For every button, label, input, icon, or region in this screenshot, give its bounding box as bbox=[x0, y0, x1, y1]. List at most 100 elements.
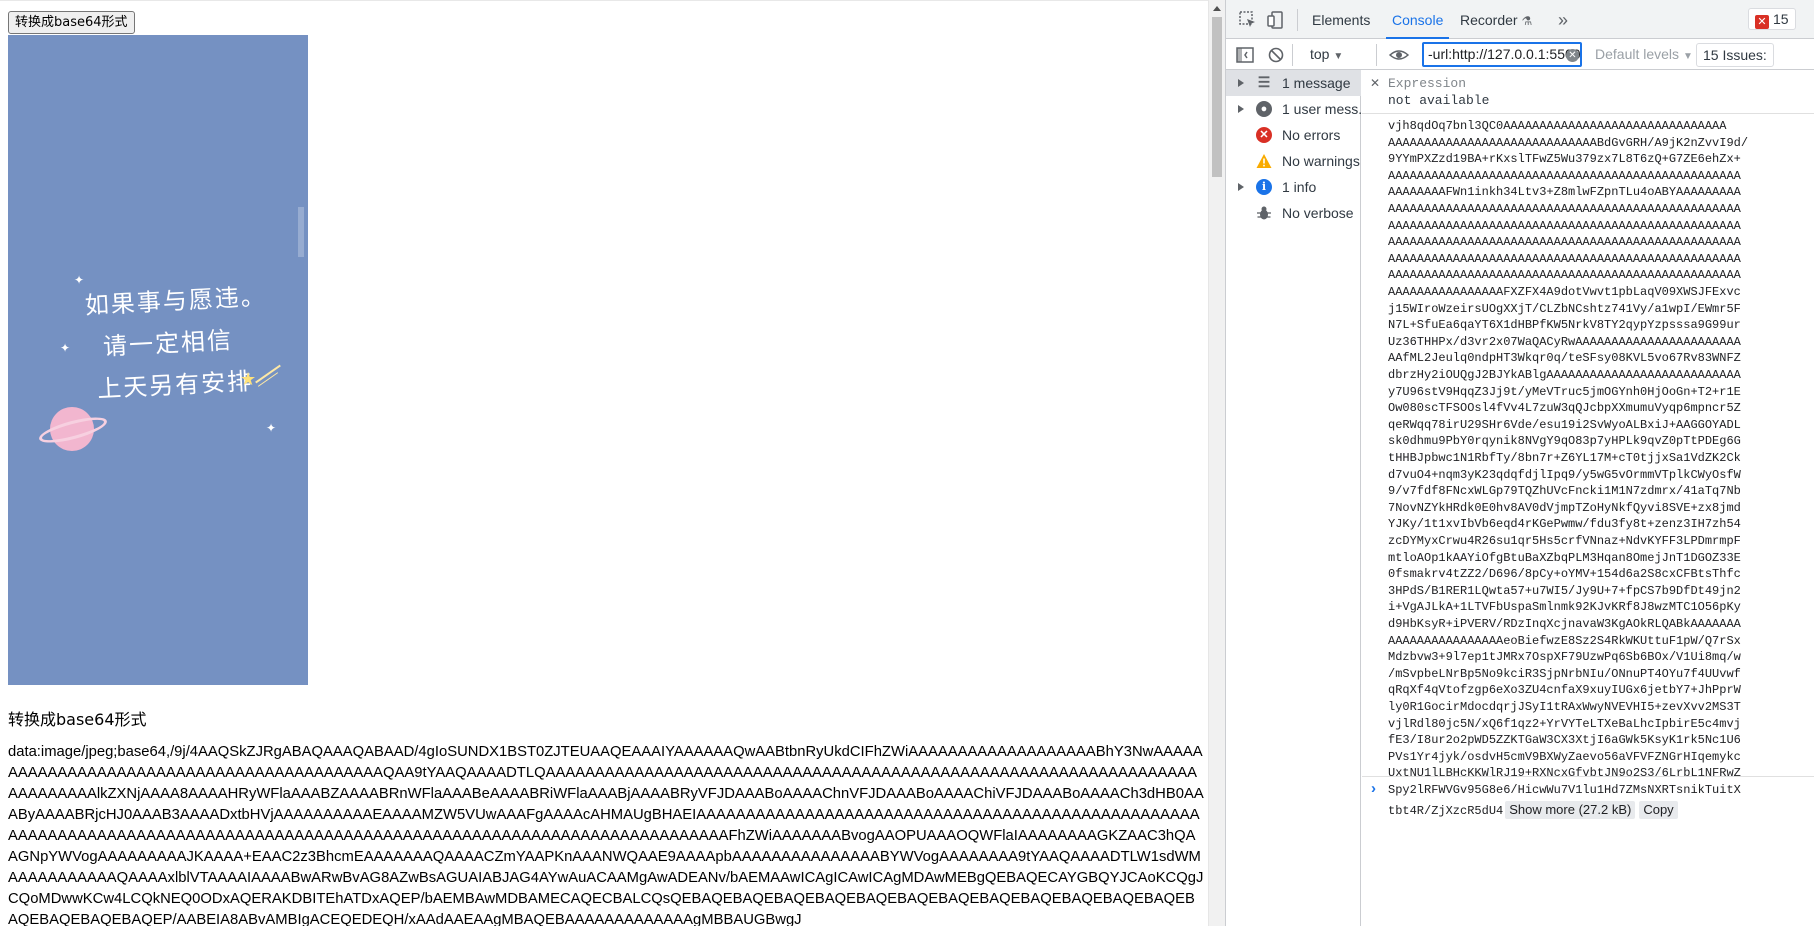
log-levels-dropdown[interactable]: Default levels ▼ bbox=[1595, 39, 1693, 70]
context-value: top bbox=[1310, 46, 1330, 62]
console-log-line: /mSvpbeLNrBp5No9kciR3SjpNrbNIu/ONnuPT4OY… bbox=[1388, 666, 1741, 681]
console-log-line: j15WIroWzeirsUOgXXjT/CLZbNCshtz741Vy/a1w… bbox=[1388, 301, 1741, 316]
error-icon: ✕ bbox=[1755, 15, 1769, 29]
sidebar-item-errors[interactable]: ✕ No errors bbox=[1226, 122, 1361, 148]
console-log-line: Mdzbvw3+9l7ep1tJMRx7OspXF79UzwPq6Sb6BOx/… bbox=[1388, 650, 1741, 665]
console-log-line: zcDYMyxCrwu4R26su1qr5Hs5crfVNnaz+NdvKYFF… bbox=[1388, 534, 1741, 548]
user-icon: ● bbox=[1256, 101, 1272, 117]
sparkle-icon: ✦ bbox=[60, 341, 71, 355]
clear-console-icon[interactable] bbox=[1266, 45, 1286, 65]
sparkle-icon: · bbox=[230, 291, 234, 305]
copy-button[interactable]: Copy bbox=[1639, 801, 1678, 819]
sidebar-item-info[interactable]: i 1 info bbox=[1226, 174, 1361, 200]
console-log-last-line: tbt4R/ZjXzcR5dU4 Show more (27.2 kB) Copy bbox=[1388, 801, 1678, 820]
console-log-line: AAAAAAAAAAAAAAAAAAAAAAAAAAAAAAAAAAAAAAAA… bbox=[1388, 251, 1741, 266]
console-log-line: y7U96stV9HqqZ3Jj9t/yMeVTruc5jmOGYnh0HjOo… bbox=[1388, 384, 1741, 399]
console-prompt[interactable]: › bbox=[1362, 776, 1814, 802]
preview-image: 如果事与愿违。 请一定相信 上天另有安排 ✦ ✦ · ✦ ★ bbox=[8, 35, 308, 685]
expression-label[interactable]: Expression bbox=[1388, 76, 1466, 91]
expand-arrow-icon[interactable] bbox=[1238, 183, 1244, 191]
console-log-line: fE3/I8ur2o2pWD5ZZKTGaW3CX3XtjI6aGWk5KsyK… bbox=[1388, 733, 1741, 748]
console-log-line: 9YYmPXZzd19BA+rKxslTFwZ5Wu379zx7L8T6zQ+G… bbox=[1388, 152, 1741, 167]
device-toolbar-icon[interactable] bbox=[1266, 10, 1286, 30]
image-quote: 如果事与愿违。 请一定相信 上天另有安排 bbox=[75, 275, 281, 411]
devtools-panel: Elements Console Recorder ⚗ » ✕ 15 top ▼ … bbox=[1225, 0, 1814, 926]
console-log-line: 9/v7fdf8FNcxWLGp79TQZhUVcFncki1M1N7zdmrx… bbox=[1388, 484, 1741, 499]
sidebar-item-label: No errors bbox=[1282, 127, 1341, 143]
console-sidebar: ☰ 1 message ● 1 user mess... ✕ No errors… bbox=[1226, 70, 1361, 926]
console-log-area: Spy2lRFWVGv95G8e6/HicwWu7V1lu1Hd7ZMsNXRT… bbox=[1362, 115, 1814, 850]
inspect-element-icon[interactable] bbox=[1238, 10, 1258, 30]
sidebar-item-label: 1 message bbox=[1282, 75, 1351, 91]
toolbar-separator bbox=[1292, 44, 1293, 66]
live-expression-eye-icon[interactable] bbox=[1388, 45, 1410, 65]
bug-icon bbox=[1256, 205, 1272, 221]
log-levels-label: Default levels bbox=[1595, 46, 1680, 62]
console-log-line: d7vuO4+nqm3yK23qdqfdjlIpq9/y5wG5vOrmmVTp… bbox=[1388, 467, 1741, 482]
issues-button[interactable]: 15 Issues: bbox=[1696, 43, 1774, 67]
sparkle-icon: ✦ bbox=[74, 273, 85, 287]
show-more-button[interactable]: Show more (27.2 kB) bbox=[1505, 801, 1636, 819]
log-text-tail: tbt4R/ZjXzcR5dU4 bbox=[1388, 804, 1504, 818]
prompt-chevron-icon: › bbox=[1371, 780, 1376, 797]
warning-icon bbox=[1256, 153, 1272, 169]
page-scrollbar[interactable] bbox=[1208, 0, 1225, 926]
more-tabs-button[interactable]: » bbox=[1552, 0, 1574, 39]
tab-elements[interactable]: Elements bbox=[1306, 0, 1376, 39]
console-log-line: N7L+SfuEa6qaYT6X1dHBPfKW5NrkV8TY2qypYzps… bbox=[1388, 318, 1741, 333]
context-selector[interactable]: top ▼ bbox=[1310, 39, 1343, 70]
toolbar-separator bbox=[1376, 44, 1377, 66]
expand-arrow-icon[interactable] bbox=[1238, 79, 1244, 87]
browser-window: 转换成base64形式 如果事与愿违。 请一定相信 上天另有安排 ✦ ✦ · ✦… bbox=[0, 0, 1814, 926]
console-log-line: ly0R1GocirMdocdqrjJSyI1tRAxWwyNVEVHI5+ze… bbox=[1388, 700, 1741, 714]
console-filter-input[interactable]: -url:http://127.0.0.1:5500 bbox=[1422, 42, 1582, 67]
close-expression-icon[interactable]: ✕ bbox=[1370, 76, 1380, 90]
shooting-star-icon: ★ bbox=[240, 369, 257, 389]
devtools-tabbar: Elements Console Recorder ⚗ » ✕ 15 bbox=[1226, 0, 1814, 39]
result-heading: 转换成base64形式 bbox=[8, 710, 147, 729]
console-log-line: AAAAAAAAFWn1inkh34Ltv3+Z8mlwFZpnTLu4oABY… bbox=[1388, 185, 1741, 200]
clear-filter-icon[interactable]: ✕ bbox=[1566, 49, 1579, 62]
console-log-line: AAAAAAAAAAAAAAAAAAAAAAAAAAAAAAAAAAAAAAAA… bbox=[1388, 202, 1741, 216]
sidebar-item-label: No verbose bbox=[1282, 205, 1354, 221]
console-log-line: tHHBJpbwc1N1RbfTy/8bn7r+Z6YL17M+cT0tjjxS… bbox=[1388, 451, 1741, 465]
page-viewport: 转换成base64形式 如果事与愿违。 请一定相信 上天另有安排 ✦ ✦ · ✦… bbox=[0, 0, 1208, 926]
console-log-line: Uz36THHPx/d3vr2x07WaQACyRwAAAAAAAAAAAAAA… bbox=[1388, 334, 1741, 349]
scroll-up-icon[interactable] bbox=[1213, 6, 1221, 11]
console-log-line: 7NovNZYkHRdk0E0hv8AV0dVjmpTZoHyNkfQyvi8S… bbox=[1388, 500, 1741, 515]
image-watermark bbox=[298, 207, 304, 257]
console-log-line: AAAAAAAAAAAAAAAAFXZFX4A9dotVwvt1pbLaqV09… bbox=[1388, 285, 1741, 299]
expression-value: not available bbox=[1388, 93, 1490, 108]
flask-icon: ⚗ bbox=[1521, 14, 1533, 28]
console-log-line: Ow080scTFSOOsl4fVv4L7zuW3qQJcbpXXmumuVyq… bbox=[1388, 401, 1741, 416]
sidebar-item-messages[interactable]: ☰ 1 message bbox=[1226, 70, 1361, 96]
sidebar-item-user-messages[interactable]: ● 1 user mess... bbox=[1226, 96, 1361, 122]
console-log-line: i+VgAJLkA+1LTVFbUspaSmlnmk92KJvKRf8J8wzM… bbox=[1388, 600, 1741, 615]
dropdown-arrow-icon: ▼ bbox=[1682, 51, 1693, 62]
console-log-line: AAAAAAAAAAAAAAAAAAAAAAAAAAAAAAAAAAAAAAAA… bbox=[1388, 218, 1741, 233]
base64-output: data:image/jpeg;base64,/9j/4AAQSkZJRgABA… bbox=[8, 744, 1204, 926]
tab-console[interactable]: Console bbox=[1386, 0, 1450, 39]
console-log-line: qRqXf4qVtofzgp6eXo3ZU4cnfaX9xuyIUGx6jetb… bbox=[1388, 683, 1741, 698]
console-log-line: AAAAAAAAAAAAAAAAAAAAAAAAAAAAAAAAAAAAAAAA… bbox=[1388, 235, 1741, 250]
tab-separator bbox=[1297, 9, 1298, 31]
console-output: ✕ Expression not available Spy2lRFWVGv95… bbox=[1362, 70, 1814, 926]
convert-to-base64-button[interactable]: 转换成base64形式 bbox=[8, 11, 135, 34]
sparkle-icon: ✦ bbox=[266, 421, 277, 435]
live-expression: ✕ Expression not available bbox=[1362, 70, 1814, 114]
console-log-line: 3HPdS/B1RER1LQwta57+u7WI5/Jy9U+7+fpCS7b9… bbox=[1388, 583, 1741, 598]
sidebar-item-verbose[interactable]: No verbose bbox=[1226, 200, 1361, 226]
console-log-line: AAAAAAAAAAAAAAAAeoBiefwzE8Sz2S4RkWKUttuF… bbox=[1388, 633, 1741, 648]
console-log-line: 0fsmakrv4tZZ2/D696/8pCy+oYMV+154d6a2S8cx… bbox=[1388, 567, 1741, 582]
sidebar-item-warnings[interactable]: No warnings bbox=[1226, 148, 1361, 174]
console-log-line: vjh8qdOq7bnl3QC0AAAAAAAAAAAAAAAAAAAAAAAA… bbox=[1388, 119, 1727, 133]
console-log-line: AAfML2Jeulq0ndpHT3Wkqr0q/teSFsy08KVL5vo6… bbox=[1388, 351, 1741, 366]
console-log-line: qeRWqq78irU29SHr6Vde/esu19i2SvWyoALBxiJ+… bbox=[1388, 417, 1741, 432]
tab-recorder[interactable]: Recorder ⚗ bbox=[1454, 0, 1538, 39]
sidebar-toggle-icon[interactable] bbox=[1235, 45, 1255, 65]
expand-arrow-icon[interactable] bbox=[1238, 105, 1244, 113]
console-log-line: PVs1Yr4jyk/osdvH5cmV9BXWyZaevo56aVFVFZNG… bbox=[1388, 749, 1741, 764]
error-count-badge[interactable]: ✕ 15 bbox=[1748, 8, 1796, 30]
scrollbar-thumb[interactable] bbox=[1212, 17, 1222, 177]
info-icon: i bbox=[1256, 179, 1272, 195]
